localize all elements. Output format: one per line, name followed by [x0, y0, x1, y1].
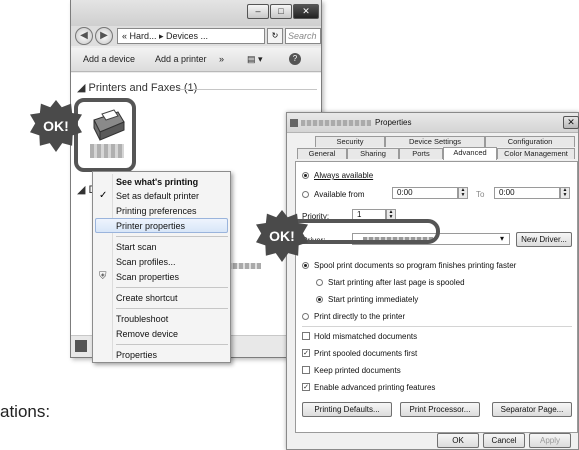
keep-printed-checkbox[interactable]	[302, 366, 310, 374]
printer-device-item[interactable]	[74, 98, 136, 172]
window-titlebar: – □ ✕	[71, 0, 321, 26]
menu-separator	[116, 344, 228, 345]
print-processor-button[interactable]: Print Processor...	[400, 402, 480, 417]
hold-mismatched-checkbox[interactable]	[302, 332, 310, 340]
chevron-down-icon: ▾	[500, 234, 505, 243]
minimize-button[interactable]: –	[247, 4, 269, 19]
maximize-button[interactable]: □	[270, 4, 292, 19]
driver-highlight-outline	[286, 219, 440, 244]
ok-button[interactable]: OK	[437, 433, 479, 448]
menu-item-remove-device[interactable]: Remove device	[93, 327, 230, 341]
new-driver-button[interactable]: New Driver...	[516, 232, 572, 247]
menu-separator	[116, 308, 228, 309]
close-button[interactable]: ✕	[293, 4, 319, 19]
hold-mismatched-label: Hold mismatched documents	[314, 332, 418, 341]
tab-sharing[interactable]: Sharing	[347, 148, 399, 159]
dialog-title: Properties	[375, 118, 412, 127]
printer-properties-dialog: Properties ✕ Security Device Settings Co…	[286, 112, 579, 450]
spool-label: Spool print documents so program finishe…	[314, 261, 517, 270]
separator-page-button[interactable]: Separator Page...	[492, 402, 572, 417]
group-divider	[177, 89, 317, 90]
caption-text: ations:	[0, 402, 51, 421]
start-after-last-label: Start printing after last page is spoole…	[328, 278, 465, 287]
start-immediately-label: Start printing immediately	[328, 295, 419, 304]
to-label: To	[476, 190, 485, 199]
tab-ports[interactable]: Ports	[399, 148, 443, 159]
printer-icon	[93, 109, 125, 141]
menu-item-start-scan[interactable]: Start scan	[93, 240, 230, 254]
cancel-button[interactable]: Cancel	[483, 433, 525, 448]
menu-item-see-whats-printing[interactable]: See what's printing	[93, 175, 230, 189]
always-available-radio[interactable]	[302, 172, 309, 179]
print-direct-radio[interactable]	[302, 313, 309, 320]
enable-advanced-label: Enable advanced printing features	[314, 383, 436, 392]
close-button[interactable]: ✕	[563, 116, 579, 129]
always-available-label: Always available	[314, 171, 374, 180]
printer-small-icon	[290, 119, 298, 127]
search-input[interactable]: Search	[285, 28, 321, 44]
keep-printed-label: Keep printed documents	[314, 366, 401, 375]
menu-item-create-shortcut[interactable]: Create shortcut	[93, 291, 230, 305]
menu-item-set-default-printer[interactable]: Set as default printer	[93, 189, 230, 203]
advanced-tab-panel: Always available Available from 0:00 ▲ ▼ …	[295, 161, 578, 433]
available-from-radio[interactable]	[302, 191, 309, 198]
view-options-icon[interactable]: ▤ ▾	[247, 54, 263, 65]
printer-context-menu: See what's printing ✓ Set as default pri…	[92, 171, 231, 363]
apply-button[interactable]: Apply	[529, 433, 571, 448]
blurred-printer-name	[90, 144, 124, 158]
menu-item-printing-preferences[interactable]: Printing preferences	[93, 204, 230, 218]
print-direct-label: Print directly to the printer	[314, 312, 406, 321]
breadcrumb[interactable]: « Hard... ▸ Devices ...	[117, 28, 265, 44]
print-spooled-first-label: Print spooled documents first	[314, 349, 418, 358]
printing-defaults-button[interactable]: Printing Defaults...	[302, 402, 392, 417]
more-commands-button[interactable]: »	[219, 54, 224, 64]
start-immediately-radio[interactable]	[316, 296, 323, 303]
menu-item-printer-properties[interactable]: Printer properties	[93, 219, 230, 233]
command-bar: Add a device Add a printer » ▤ ▾ ?	[71, 48, 321, 72]
dialog-titlebar: Properties ✕	[287, 113, 579, 133]
menu-item-scan-properties[interactable]: Scan properties	[93, 270, 230, 284]
printers-group-title: Printers and Faxes (1)	[88, 82, 198, 94]
time-to-spinner[interactable]: ▲ ▼	[560, 187, 570, 199]
print-spooled-first-checkbox[interactable]: ✓	[302, 349, 310, 357]
blurred-printer-name	[301, 120, 371, 126]
time-to-field[interactable]: 0:00	[494, 187, 560, 199]
help-icon[interactable]: ?	[289, 53, 301, 65]
section-divider	[302, 326, 572, 327]
spool-radio[interactable]	[302, 262, 309, 269]
refresh-icon[interactable]: ↻	[267, 28, 283, 44]
start-after-last-radio[interactable]	[316, 279, 323, 286]
menu-item-troubleshoot[interactable]: Troubleshoot	[93, 312, 230, 326]
printer-small-icon	[75, 340, 87, 352]
breadcrumb-text: « Hard... ▸ Devices ...	[122, 31, 209, 41]
forward-arrow-icon[interactable]: ▶	[95, 27, 113, 45]
tab-general[interactable]: General	[297, 148, 347, 159]
tab-advanced[interactable]: Advanced	[443, 147, 497, 160]
add-printer-button[interactable]: Add a printer	[155, 54, 207, 64]
menu-separator	[116, 236, 228, 237]
tab-device-settings[interactable]: Device Settings	[385, 136, 485, 147]
menu-item-scan-profiles[interactable]: Scan profiles...	[93, 255, 230, 269]
time-from-field[interactable]: 0:00	[392, 187, 458, 199]
tab-color-management[interactable]: Color Management	[497, 148, 575, 159]
address-bar: ◀ ▶ « Hard... ▸ Devices ... ↻ Search	[71, 26, 321, 46]
time-from-spinner[interactable]: ▲ ▼	[458, 187, 468, 199]
menu-item-properties[interactable]: Properties	[93, 348, 230, 362]
enable-advanced-checkbox[interactable]: ✓	[302, 383, 310, 391]
add-device-button[interactable]: Add a device	[83, 54, 135, 64]
tab-configuration[interactable]: Configuration	[485, 136, 575, 147]
tab-security[interactable]: Security	[315, 136, 385, 147]
printers-group-header[interactable]: ◢ Printers and Faxes (1)	[77, 81, 197, 94]
menu-separator	[116, 287, 228, 288]
back-arrow-icon[interactable]: ◀	[75, 27, 93, 45]
available-from-label: Available from	[314, 190, 365, 199]
